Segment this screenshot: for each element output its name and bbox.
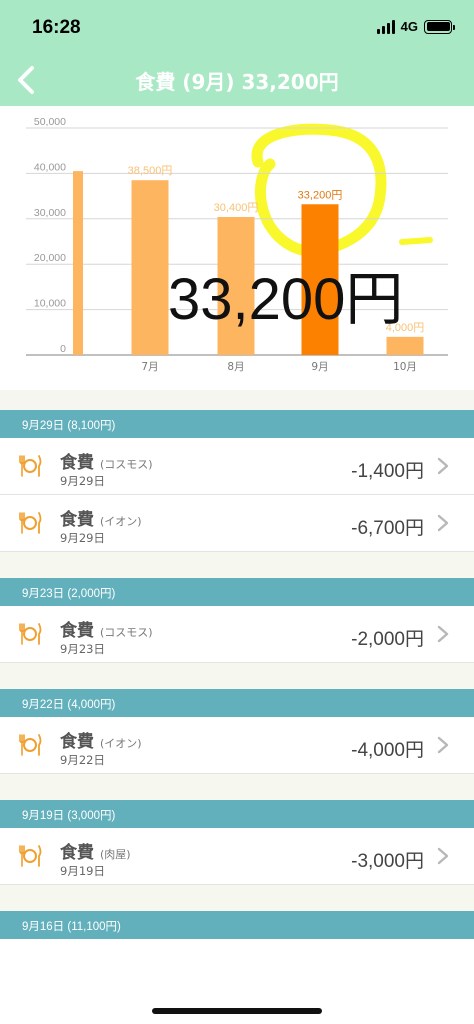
chart-bar — [73, 171, 83, 355]
transaction-date: 9月22日 — [60, 753, 105, 767]
shop-label: (コスモス) — [100, 626, 153, 639]
status-indicators: 4G — [376, 19, 455, 34]
chart-bar — [386, 336, 424, 355]
chart-svg: 0 10,000 20,000 30,000 40,000 50,000 38,500円 7月… — [26, 116, 448, 373]
bar-data-label: 38,500円 — [128, 165, 173, 177]
y-tick-label: 20,000 — [34, 252, 66, 264]
transaction-amount: -2,000円 — [351, 629, 424, 650]
shop-label: (肉屋) — [100, 848, 131, 861]
category-label: 食費 — [60, 621, 94, 641]
transaction-row[interactable]: 食費 (コスモス) 9月23日 -2,000円 — [0, 606, 474, 663]
home-indicator — [152, 1008, 322, 1014]
transaction-date: 9月29日 — [60, 474, 105, 488]
transaction-category: 食費 (イオン) — [60, 727, 142, 752]
chart-list-divider — [0, 390, 474, 410]
date-group-header: 9月22日 (4,000円) — [0, 689, 474, 717]
date-group-header: 9月19日 (3,000円) — [0, 800, 474, 828]
transaction-date: 9月29日 — [60, 531, 105, 545]
transaction-category: 食費 (コスモス) — [60, 616, 153, 641]
fork-knife-plate-icon — [17, 511, 43, 539]
monthly-bar-chart: 0 10,000 20,000 30,000 40,000 50,000 38,500円 7月… — [0, 106, 474, 390]
transaction-category: 食費 (イオン) — [60, 505, 142, 530]
x-tick-label: 8月 — [227, 361, 244, 373]
date-group-header: 9月16日 (11,100円) — [0, 911, 474, 939]
category-label: 食費 — [60, 732, 94, 752]
group-spacer — [0, 885, 474, 911]
category-label: 食費 — [60, 453, 94, 473]
transaction-amount: -1,400円 — [351, 461, 424, 482]
shop-label: (コスモス) — [100, 458, 153, 471]
y-tick-label: 50,000 — [34, 116, 66, 128]
fork-knife-plate-icon — [17, 844, 43, 872]
transaction-date: 9月23日 — [60, 642, 105, 656]
shop-label: (イオン) — [100, 737, 142, 750]
shop-label: (イオン) — [100, 515, 142, 528]
fork-knife-plate-icon — [17, 733, 43, 761]
y-tick-label: 40,000 — [34, 161, 66, 173]
transaction-row[interactable]: 食費 (肉屋) 9月19日 -3,000円 — [0, 828, 474, 885]
transaction-date: 9月19日 — [60, 864, 105, 878]
chevron-right-icon — [436, 457, 450, 479]
highlight-dash — [399, 237, 433, 245]
status-bar: 16:28 4G — [0, 0, 474, 56]
transaction-row[interactable]: 食費 (イオン) 9月22日 -4,000円 — [0, 717, 474, 774]
bar-data-label: 33,200円 — [298, 189, 343, 201]
battery-icon — [424, 19, 455, 34]
chevron-right-icon — [436, 736, 450, 758]
y-tick-label: 10,000 — [34, 298, 66, 310]
chevron-right-icon — [436, 847, 450, 869]
date-group-header: 9月29日 (8,100円) — [0, 410, 474, 438]
page-title: 食費 (9月) 33,200円 — [135, 70, 339, 94]
chevron-right-icon — [436, 625, 450, 647]
date-group-header: 9月23日 (2,000円) — [0, 578, 474, 606]
chevron-right-icon — [436, 514, 450, 536]
transaction-amount: -4,000円 — [351, 740, 424, 761]
y-tick-label: 30,000 — [34, 207, 66, 219]
x-tick-label: 9月 — [311, 361, 328, 373]
category-label: 食費 — [60, 843, 94, 863]
nav-bar: 食費 (9月) 33,200円 — [0, 56, 474, 106]
chart-bar — [131, 180, 169, 355]
transaction-amount: -6,700円 — [351, 518, 424, 539]
transaction-amount: -3,000円 — [351, 851, 424, 872]
transaction-list: 9月29日 (8,100円) 食費 (コスモス) 9月29日 -1,400円 食費 (イオン… — [0, 410, 474, 939]
y-tick-label: 0 — [60, 343, 66, 355]
transaction-row[interactable]: 食費 (イオン) 9月29日 -6,700円 — [0, 495, 474, 552]
group-spacer — [0, 663, 474, 689]
group-spacer — [0, 774, 474, 800]
signal-icon — [376, 19, 395, 34]
status-time: 16:28 — [32, 17, 81, 38]
transaction-category: 食費 (肉屋) — [60, 838, 131, 863]
category-label: 食費 — [60, 510, 94, 530]
x-tick-label: 10月 — [393, 361, 417, 373]
group-spacer — [0, 552, 474, 578]
selected-amount-overlay: 33,200円 — [168, 267, 403, 332]
x-tick-label: 7月 — [141, 361, 158, 373]
transaction-row[interactable]: 食費 (コスモス) 9月29日 -1,400円 — [0, 438, 474, 495]
transaction-category: 食費 (コスモス) — [60, 448, 153, 473]
bar-data-label: 30,400円 — [214, 202, 259, 214]
network-label: 4G — [400, 19, 418, 34]
fork-knife-plate-icon — [17, 622, 43, 650]
fork-knife-plate-icon — [17, 454, 43, 482]
